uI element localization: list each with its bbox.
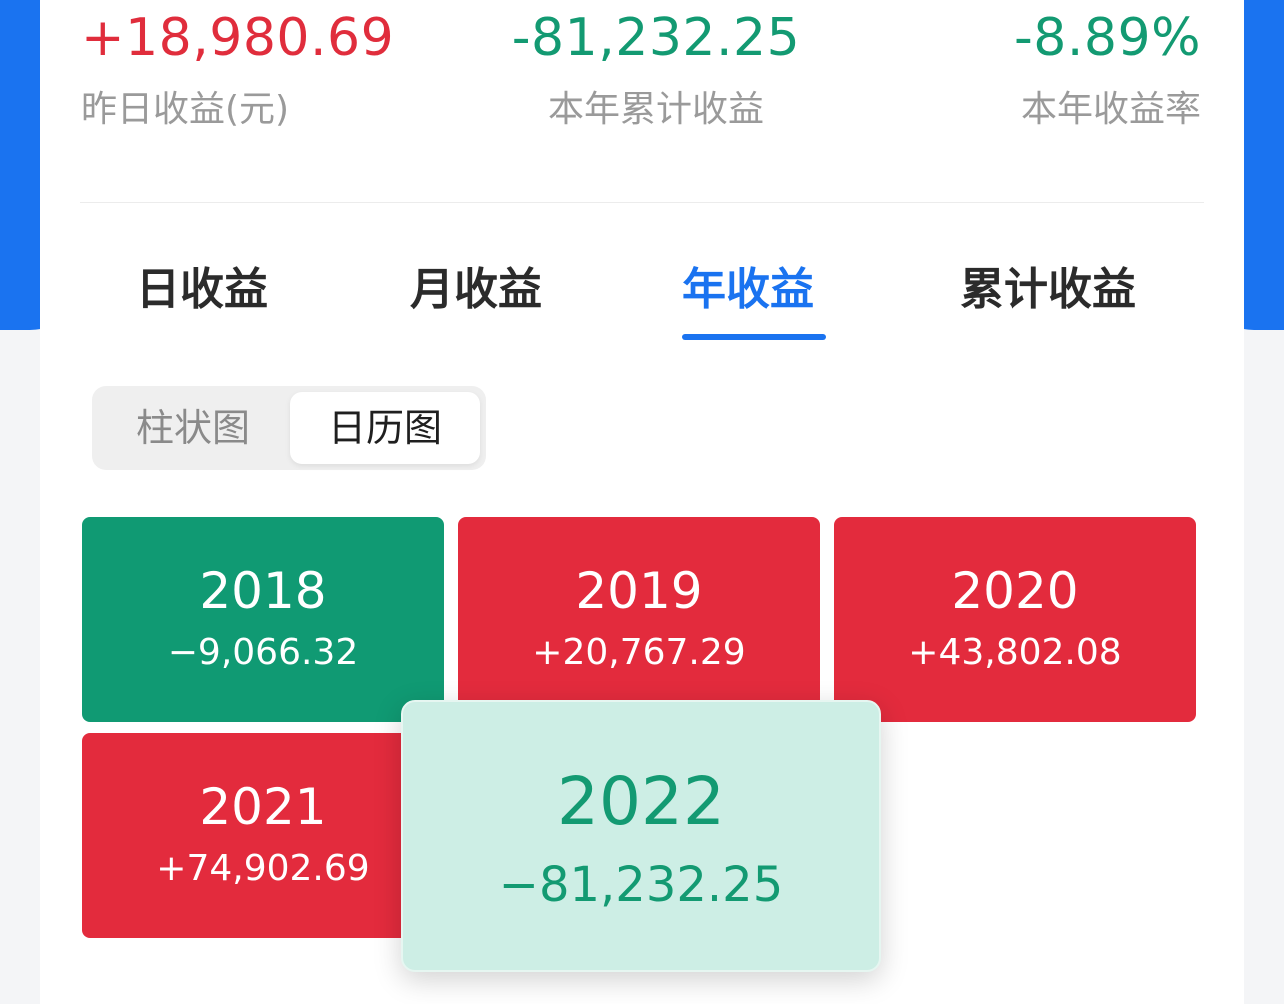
year-tile-2019[interactable]: 2019 +20,767.29 — [458, 517, 820, 722]
year-amount: −9,066.32 — [167, 632, 359, 673]
yesterday-earnings: +18,980.69 昨日收益(元) — [81, 8, 394, 132]
active-tab-indicator — [682, 334, 826, 340]
year-label: 2019 — [575, 562, 703, 620]
divider — [80, 202, 1204, 203]
calendar-view-option[interactable]: 日历图 — [290, 392, 480, 464]
yesterday-earnings-value: +18,980.69 — [81, 8, 395, 68]
tab-yearly-earnings[interactable]: 年收益 — [682, 258, 814, 322]
tab-monthly-earnings[interactable]: 月收益 — [410, 258, 542, 322]
year-amount: +43,802.08 — [908, 632, 1122, 673]
bar-chart-option[interactable]: 柱状图 — [98, 392, 288, 464]
year-tile-2021[interactable]: 2021 +74,902.69 — [82, 733, 444, 938]
chart-view-toggle: 柱状图 日历图 — [92, 386, 486, 470]
year-return-rate-label: 本年收益率 — [1020, 89, 1201, 130]
year-return-rate: -8.89% 本年收益率 — [1014, 8, 1201, 132]
year-cumulative-earnings-value: -81,232.25 — [511, 8, 801, 68]
year-label: 2020 — [951, 562, 1079, 620]
year-tile-2022-highlighted[interactable]: 2022 −81,232.25 — [401, 700, 881, 972]
tab-daily-earnings[interactable]: 日收益 — [136, 258, 268, 322]
year-amount: +74,902.69 — [156, 848, 370, 889]
year-return-rate-value: -8.89% — [1014, 8, 1201, 68]
year-label: 2018 — [199, 562, 327, 620]
year-cumulative-earnings: -81,232.25 本年累计收益 — [496, 8, 816, 132]
year-amount: +20,767.29 — [532, 632, 746, 673]
year-amount: −81,232.25 — [498, 857, 784, 913]
year-label: 2022 — [557, 763, 725, 840]
tab-cumulative-earnings[interactable]: 累计收益 — [960, 258, 1136, 322]
year-tile-2020[interactable]: 2020 +43,802.08 — [834, 517, 1196, 722]
year-label: 2021 — [199, 778, 327, 836]
year-tile-2018[interactable]: 2018 −9,066.32 — [82, 517, 444, 722]
earnings-card: +18,980.69 昨日收益(元) -81,232.25 本年累计收益 -8.… — [40, 0, 1244, 1004]
yesterday-earnings-label: 昨日收益(元) — [81, 89, 290, 130]
year-cumulative-earnings-label: 本年累计收益 — [547, 89, 764, 130]
period-tabs: 日收益 月收益 年收益 累计收益 — [40, 258, 1244, 348]
